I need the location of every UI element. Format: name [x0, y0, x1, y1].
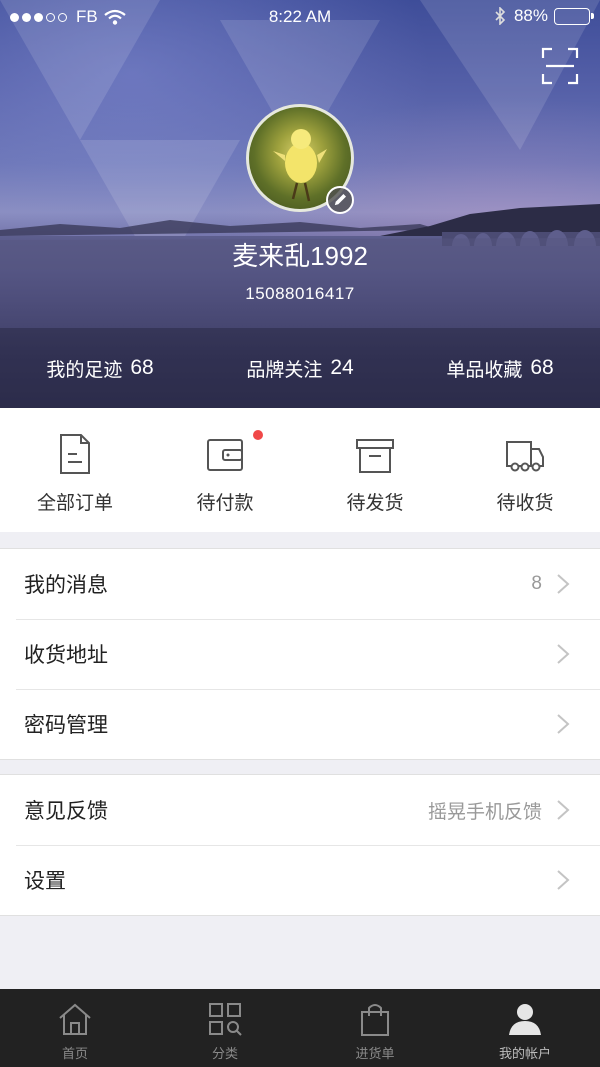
stat-value: 68 — [130, 356, 154, 379]
menu-messages[interactable]: 我的消息 8 — [0, 549, 600, 619]
message-count: 8 — [531, 573, 542, 594]
menu-password[interactable]: 密码管理 — [0, 689, 600, 759]
tab-label: 进货单 — [355, 1046, 395, 1061]
order-pending-payment[interactable]: 待付款 — [150, 408, 300, 532]
tab-category[interactable]: 分类 — [150, 989, 300, 1067]
stat-footprint[interactable]: 我的足迹 68 — [0, 328, 200, 408]
user-icon — [509, 1004, 541, 1035]
order-pending-receipt[interactable]: 待收货 — [450, 408, 600, 532]
stat-label: 我的足迹 — [46, 359, 123, 381]
profile-header: FB 8:22 AM 88% 麦来乱1992 15088016417 我的足迹 … — [0, 0, 600, 408]
feedback-hint: 摇晃手机反馈 — [427, 801, 542, 823]
chevron-right-icon — [557, 644, 570, 664]
document-icon — [60, 434, 90, 474]
category-icon — [209, 1003, 242, 1036]
tab-home[interactable]: 首页 — [0, 989, 150, 1067]
order-pending-shipment[interactable]: 待发货 — [300, 408, 450, 532]
battery-area: 88% — [494, 6, 594, 26]
menu-title: 我的消息 — [24, 574, 108, 597]
tab-cart[interactable]: 进货单 — [300, 989, 450, 1067]
bluetooth-icon — [495, 7, 506, 25]
menu-address[interactable]: 收货地址 — [0, 619, 600, 689]
stat-value: 68 — [530, 356, 554, 379]
chevron-right-icon — [557, 574, 570, 594]
menu-feedback[interactable]: 意见反馈 摇晃手机反馈 — [0, 775, 600, 845]
chevron-right-icon — [557, 870, 570, 890]
order-label: 全部订单 — [36, 493, 113, 514]
order-all[interactable]: 全部订单 — [0, 408, 150, 532]
menu-title: 意见反馈 — [24, 800, 108, 823]
home-icon — [59, 1003, 91, 1035]
wallet-icon — [207, 439, 243, 471]
truck-icon — [506, 441, 544, 472]
tab-label: 我的帐户 — [498, 1046, 551, 1061]
order-shortcuts: 全部订单 待付款 待发货 待收货 — [0, 408, 600, 532]
order-label: 待付款 — [196, 493, 254, 514]
menu-settings[interactable]: 设置 — [0, 845, 600, 915]
menu-title: 设置 — [24, 870, 66, 893]
menu-group-account: 我的消息 8 收货地址 密码管理 — [0, 548, 600, 760]
order-label: 待收货 — [496, 493, 554, 514]
battery-percent: 88% — [513, 6, 548, 25]
edit-avatar-icon[interactable] — [326, 186, 354, 214]
username: 麦来乱1992 — [232, 241, 368, 271]
order-label: 待发货 — [346, 493, 404, 514]
status-bar: FB 8:22 AM 88% — [0, 0, 600, 34]
account-screen: FB 8:22 AM 88% 麦来乱1992 15088016417 我的足迹 … — [0, 0, 600, 1067]
tab-account[interactable]: 我的帐户 — [450, 989, 600, 1067]
tab-label: 首页 — [61, 1046, 88, 1061]
chevron-right-icon — [557, 714, 570, 734]
box-icon — [356, 439, 394, 473]
stats-bar: 我的足迹 68 品牌关注 24 单品收藏 68 — [0, 328, 600, 408]
stat-label: 单品收藏 — [446, 359, 523, 381]
menu-group-support: 意见反馈 摇晃手机反馈 设置 — [0, 774, 600, 916]
stat-value: 24 — [330, 356, 354, 379]
phone-number: 15088016417 — [245, 284, 355, 303]
menu-title: 密码管理 — [24, 714, 108, 737]
stat-favorites[interactable]: 单品收藏 68 — [400, 328, 600, 408]
chevron-right-icon — [557, 800, 570, 820]
stat-brand-follow[interactable]: 品牌关注 24 — [200, 328, 400, 408]
menu-title: 收货地址 — [24, 644, 108, 667]
stat-label: 品牌关注 — [246, 359, 323, 381]
notification-badge — [253, 430, 263, 440]
scan-icon[interactable] — [540, 46, 580, 86]
battery-icon — [554, 7, 594, 25]
shopping-bag-icon — [361, 1004, 389, 1036]
tab-label: 分类 — [211, 1046, 238, 1061]
tab-bar: 首页 分类 进货单 我的帐户 — [0, 989, 600, 1067]
